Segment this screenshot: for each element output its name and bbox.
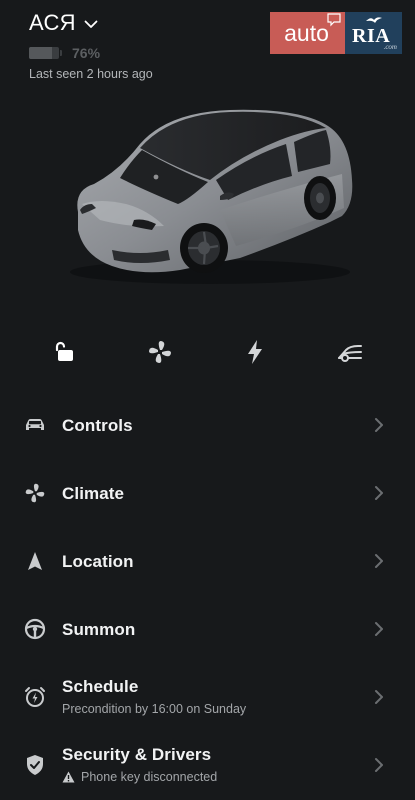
menu-item-security-drivers[interactable]: Security & Drivers Phone key disconnecte… <box>0 732 415 792</box>
battery-status: 76% <box>29 45 153 61</box>
menu-item-location[interactable]: Location <box>0 528 415 588</box>
quick-actions-bar <box>0 338 415 366</box>
menu-label-controls: Controls <box>62 416 133 435</box>
battery-tip <box>60 50 62 56</box>
battery-icon <box>29 47 59 59</box>
last-seen-text: Last seen 2 hours ago <box>29 67 153 81</box>
menu-text: Location <box>62 552 134 572</box>
logo-auto-part: auto <box>270 12 345 54</box>
menu-item-summon[interactable]: Summon <box>0 596 415 656</box>
vehicle-header: АСЯ 76% Last seen 2 hours ago <box>29 10 153 81</box>
auto-ria-logo: auto RIA .com <box>270 12 402 54</box>
logo-auto-text: auto <box>284 19 329 46</box>
vehicle-name: АСЯ <box>29 10 76 35</box>
chevron-right-icon <box>375 622 383 636</box>
car-icon <box>24 414 46 436</box>
menu-item-controls[interactable]: Controls <box>0 392 415 452</box>
menu-label-summon: Summon <box>62 620 136 639</box>
menu-subtitle-schedule: Precondition by 16:00 on Sunday <box>62 702 247 716</box>
menu-label-location: Location <box>62 552 134 571</box>
unlock-icon <box>55 341 73 361</box>
charge-quick-button[interactable] <box>241 338 269 366</box>
menu-item-climate[interactable]: Climate <box>0 460 415 520</box>
menu-text: Controls <box>62 416 133 436</box>
menu-text: Climate <box>62 484 124 504</box>
vehicle-image <box>70 109 353 284</box>
fan-icon <box>149 341 171 363</box>
chevron-down-icon <box>84 20 98 28</box>
menu-item-schedule[interactable]: Schedule Precondition by 16:00 on Sunday <box>0 664 415 724</box>
menu-text: Summon <box>62 620 135 640</box>
bird-icon <box>366 17 382 23</box>
menu-label-climate: Climate <box>62 484 125 503</box>
speech-bubble-icon <box>327 13 341 27</box>
unlock-button[interactable] <box>50 338 78 366</box>
fan-icon <box>24 482 46 504</box>
menu-text: Schedule Precondition by 16:00 on Sunday <box>62 677 246 716</box>
frunk-icon <box>338 345 362 362</box>
chevron-right-icon <box>375 690 383 704</box>
security-status-text: Phone key disconnected <box>81 770 218 784</box>
warning-icon <box>62 771 75 783</box>
logo-ria-part: RIA .com <box>345 12 402 54</box>
chevron-right-icon <box>375 418 383 432</box>
shield-check-icon <box>24 754 46 776</box>
steering-wheel-icon <box>24 618 46 640</box>
vehicle-selector[interactable]: АСЯ <box>29 10 153 36</box>
climate-quick-button[interactable] <box>146 338 174 366</box>
frunk-quick-button[interactable] <box>336 338 364 366</box>
chevron-right-icon <box>375 554 383 568</box>
charge-bolt-icon <box>248 340 262 364</box>
chevron-right-icon <box>375 758 383 772</box>
menu-label-schedule: Schedule <box>62 677 139 696</box>
chevron-right-icon <box>375 486 383 500</box>
navigation-arrow-icon <box>24 550 46 572</box>
menu-subtitle-security: Phone key disconnected <box>62 770 217 784</box>
menu-text: Security & Drivers Phone key disconnecte… <box>62 745 217 784</box>
battery-level-fill <box>29 47 52 59</box>
menu-label-security: Security & Drivers <box>62 745 212 764</box>
logo-com-text: .com <box>383 43 397 51</box>
battery-percent: 76% <box>72 45 101 61</box>
alarm-clock-icon <box>24 686 46 708</box>
